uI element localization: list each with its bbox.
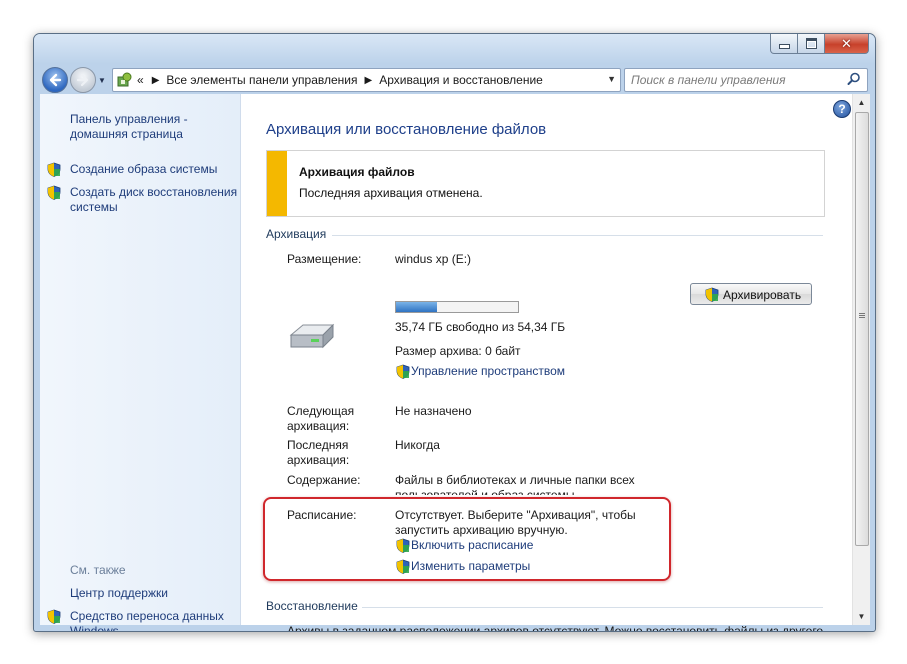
restore-section-title: Восстановление: [266, 599, 358, 613]
breadcrumb-backup-restore[interactable]: Архивация и восстановление: [379, 73, 543, 87]
schedule-label: Расписание:: [287, 508, 357, 522]
windows-easy-transfer-link[interactable]: Средство переноса данных Windows: [70, 609, 230, 631]
search-box[interactable]: [624, 68, 868, 92]
shield-icon: [705, 287, 719, 302]
control-panel-home-link[interactable]: Панель управления - домашняя страница: [70, 112, 230, 142]
location-label: Размещение:: [287, 252, 362, 266]
backup-now-label: Архивировать: [723, 288, 802, 302]
scrollbar-thumb[interactable]: [855, 112, 869, 546]
maximize-icon: [805, 38, 817, 49]
grip-line: [859, 315, 865, 316]
tasks-pane: Панель управления - домашняя страница Со…: [40, 94, 241, 631]
enable-schedule-link[interactable]: Включить расписание: [411, 538, 533, 553]
shield-icon: [47, 185, 61, 200]
back-button[interactable]: [42, 67, 68, 93]
notice-text: Последняя архивация отменена.: [299, 186, 483, 200]
search-input[interactable]: [629, 71, 843, 89]
section-divider: [362, 607, 823, 608]
grip-line: [859, 313, 865, 314]
hard-drive-icon: [289, 323, 335, 349]
warning-stripe: [267, 151, 287, 216]
minimize-button[interactable]: [770, 34, 798, 54]
arrow-right-icon: [76, 73, 89, 87]
forward-button[interactable]: [70, 67, 96, 93]
archive-size-text: Размер архива: 0 байт: [395, 344, 521, 358]
shield-icon: [396, 364, 410, 379]
see-also-heading: См. также: [70, 563, 126, 577]
drive-usage-bar: [395, 301, 519, 313]
maximize-button[interactable]: [798, 34, 825, 54]
restore-section-header: Восстановление: [266, 599, 823, 613]
notice-title: Архивация файлов: [299, 165, 415, 179]
last-backup-label: Последняя архивация:: [287, 438, 350, 467]
create-system-image-link[interactable]: Создание образа системы: [70, 162, 217, 177]
vertical-scrollbar[interactable]: ▲ ▼: [852, 94, 870, 625]
control-panel-window: ✕ ▼ « ▶ Все элементы панели управления ▶…: [33, 33, 876, 632]
search-icon[interactable]: [847, 72, 861, 86]
manage-space-link[interactable]: Управление пространством: [411, 364, 565, 379]
page-title: Архивация или восстановление файлов: [266, 121, 547, 138]
arrow-left-icon: [49, 73, 62, 87]
free-space-text: 35,74 ГБ свободно из 54,34 ГБ: [395, 320, 566, 334]
backup-now-button[interactable]: Архивировать: [690, 283, 812, 305]
chevron-right-icon[interactable]: ▶: [365, 75, 373, 86]
scroll-down-icon[interactable]: ▼: [853, 608, 870, 625]
backup-section-header: Архивация: [266, 227, 823, 241]
drive-usage-fill: [396, 302, 438, 312]
address-dropdown-icon[interactable]: ▼: [607, 74, 616, 84]
shield-icon: [396, 538, 410, 553]
shield-icon: [47, 609, 61, 624]
restore-text: Архивы в заданном расположении архивов о…: [287, 624, 824, 632]
grip-line: [859, 317, 865, 318]
control-panel-icon: [117, 72, 132, 87]
main-content: Архивация или восстановление файлов Архи…: [241, 94, 852, 631]
contents-value: Файлы в библиотеках и личные папки всех …: [395, 473, 635, 495]
schedule-value: Отсутствует. Выберите "Архивация", чтобы…: [395, 508, 636, 537]
create-recovery-disc-link[interactable]: Создать диск восстановления системы: [70, 185, 240, 215]
contents-label: Содержание:: [287, 473, 361, 487]
next-backup-label: Следующая архивация:: [287, 404, 355, 433]
change-settings-link[interactable]: Изменить параметры: [411, 559, 530, 574]
backup-notice: Архивация файлов Последняя архивация отм…: [266, 150, 825, 217]
recent-pages-dropdown[interactable]: ▼: [98, 76, 106, 85]
chevron-right-icon[interactable]: ▶: [152, 75, 160, 86]
window-controls: ✕: [770, 34, 869, 54]
next-backup-value: Не назначено: [395, 404, 472, 418]
minimize-icon: [778, 44, 790, 49]
close-icon: ✕: [841, 35, 852, 51]
navigation-bar: ▼ « ▶ Все элементы панели управления ▶ А…: [34, 64, 875, 94]
address-bar[interactable]: « ▶ Все элементы панели управления ▶ Арх…: [112, 68, 621, 92]
drive-name: windus xp (E:): [395, 252, 472, 266]
close-button[interactable]: ✕: [825, 34, 869, 54]
last-backup-value: Никогда: [395, 438, 440, 452]
help-icon[interactable]: ?: [833, 100, 851, 118]
breadcrumb-overflow-icon[interactable]: «: [137, 73, 144, 87]
scroll-up-icon[interactable]: ▲: [853, 94, 870, 111]
breadcrumb-all-items[interactable]: Все элементы панели управления: [166, 73, 357, 87]
section-divider: [332, 235, 823, 236]
action-center-link[interactable]: Центр поддержки: [70, 586, 168, 601]
backup-section-title: Архивация: [266, 227, 327, 241]
breadcrumb: « ▶ Все элементы панели управления ▶ Арх…: [137, 69, 543, 91]
title-bar[interactable]: ✕: [34, 34, 875, 64]
shield-icon: [396, 559, 410, 574]
shield-icon: [47, 162, 61, 177]
